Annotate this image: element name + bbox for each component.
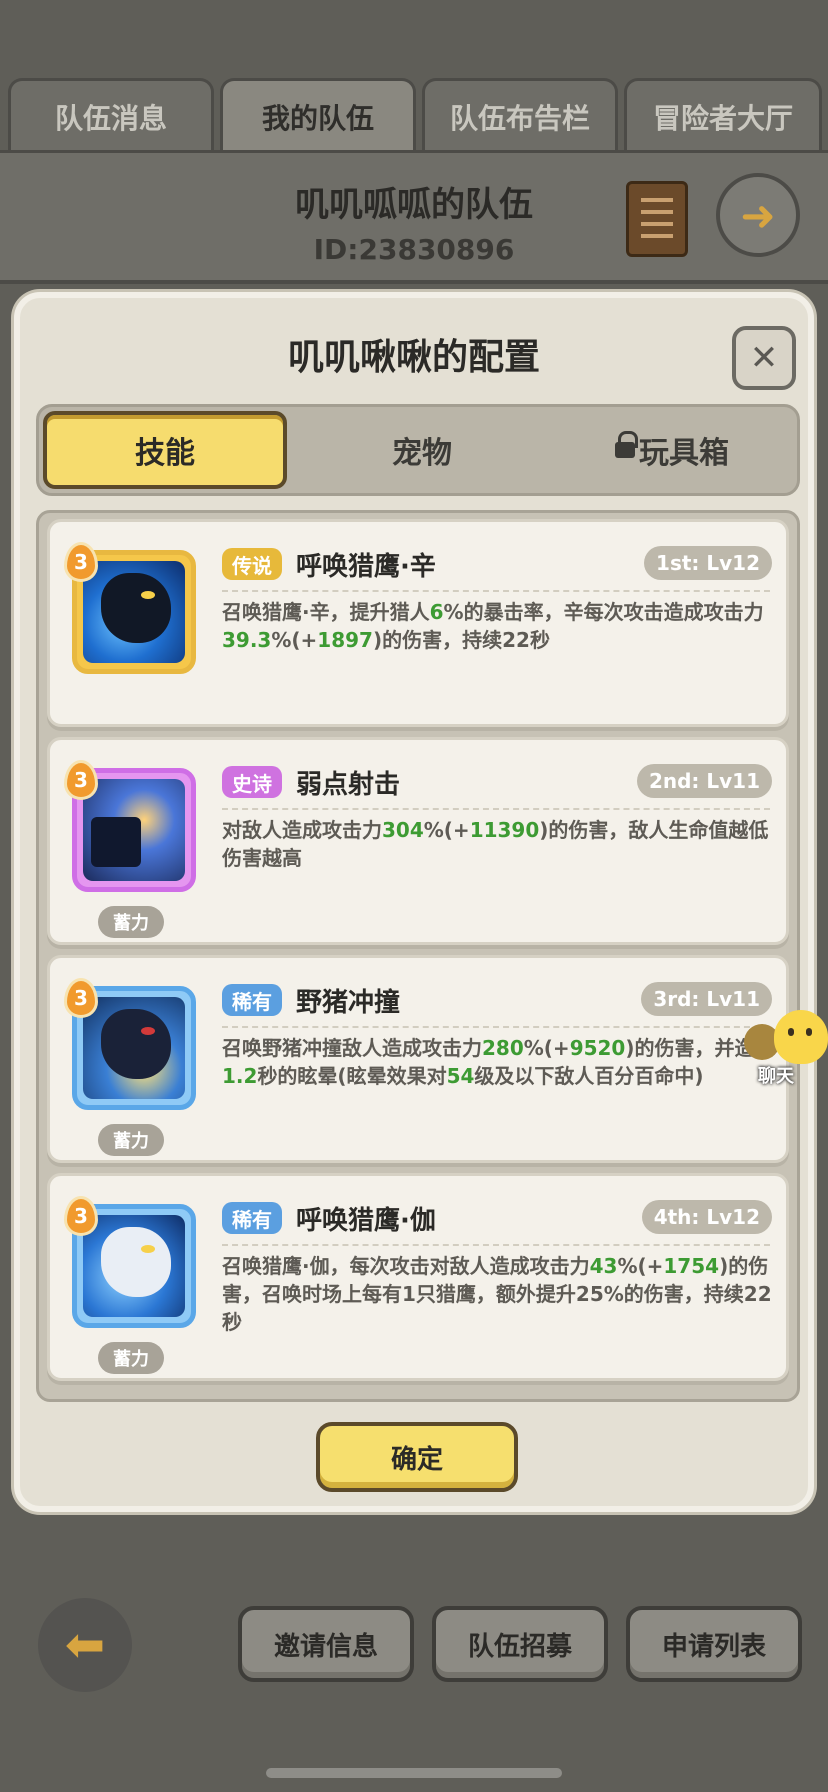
divider bbox=[222, 590, 770, 592]
skill-text: %的暴击率，辛每次攻击造成攻击力 bbox=[443, 600, 764, 624]
tab-toybox[interactable]: 玩具箱 bbox=[547, 407, 797, 493]
boar-icon bbox=[101, 1009, 171, 1079]
scroll-icon[interactable] bbox=[626, 181, 688, 257]
config-modal: 叽叽啾啾的配置 ✕ 技能 宠物 玩具箱 3 传说 呼唤猎鹰·辛 1st: Lv1… bbox=[14, 292, 814, 1512]
skill-text: )的伤害，持续22秒 bbox=[372, 628, 550, 652]
skill-list: 3 传说 呼唤猎鹰·辛 1st: Lv12 召唤猎鹰·辛，提升猎人6%的暴击率，… bbox=[36, 510, 800, 1402]
skill-text: %(+ bbox=[423, 818, 470, 842]
confirm-button[interactable]: 确定 bbox=[316, 1422, 518, 1492]
skill-level-badge: 3 bbox=[64, 1196, 98, 1236]
tab-adventurer-hall[interactable]: 冒险者大厅 bbox=[624, 78, 822, 152]
skill-slot-level: 4th: Lv12 bbox=[641, 1200, 772, 1234]
tab-toybox-label: 玩具箱 bbox=[639, 436, 729, 471]
application-list-button[interactable]: 申请列表 bbox=[626, 1606, 802, 1682]
team-id: ID:23830896 bbox=[313, 233, 515, 266]
invite-info-button[interactable]: 邀请信息 bbox=[238, 1606, 414, 1682]
skill-value: 304 bbox=[382, 818, 424, 842]
skill-value: 1.2 bbox=[222, 1064, 258, 1088]
skill-name: 呼唤猎鹰·辛 bbox=[296, 552, 436, 582]
team-header: 叽叽呱呱的队伍 ID:23830896 ➜ bbox=[0, 150, 828, 284]
skill-level-badge: 3 bbox=[64, 760, 98, 800]
skill-slot-level: 2nd: Lv11 bbox=[636, 764, 772, 798]
skill-value: 43 bbox=[589, 1254, 618, 1278]
chat-label: 聊天 bbox=[758, 1066, 794, 1087]
skill-text: 召唤野猪冲撞敌人造成攻击力 bbox=[222, 1036, 482, 1060]
skill-text: 秒的眩晕(眩晕效果对 bbox=[257, 1064, 447, 1088]
tab-my-team[interactable]: 我的队伍 bbox=[220, 78, 416, 152]
charge-tag: 蓄力 bbox=[98, 1342, 164, 1374]
skill-description: 召唤猎鹰·伽，每次攻击对敌人造成攻击力43%(+1754)的伤害，召唤时场上每有… bbox=[222, 1252, 782, 1336]
skill-description: 对敌人造成攻击力304%(+11390)的伤害，敌人生命值越低伤害越高 bbox=[222, 816, 782, 872]
config-tab-bar: 技能 宠物 玩具箱 bbox=[36, 404, 800, 496]
falcon-icon bbox=[101, 573, 171, 643]
skill-value: 1897 bbox=[317, 628, 373, 652]
top-tab-bar: 队伍消息 我的队伍 队伍布告栏 冒险者大厅 bbox=[0, 78, 828, 152]
skill-card[interactable]: 3 蓄力 史诗 弱点射击 2nd: Lv11 对敌人造成攻击力304%(+113… bbox=[47, 737, 789, 945]
skill-text: %(+ bbox=[271, 628, 318, 652]
weakpoint-shot-icon bbox=[91, 817, 141, 867]
skill-card[interactable]: 3 传说 呼唤猎鹰·辛 1st: Lv12 召唤猎鹰·辛，提升猎人6%的暴击率，… bbox=[47, 519, 789, 727]
lock-icon bbox=[615, 431, 638, 458]
skill-card[interactable]: 3 蓄力 稀有 呼唤猎鹰·伽 4th: Lv12 召唤猎鹰·伽，每次攻击对敌人造… bbox=[47, 1173, 789, 1381]
rarity-badge: 史诗 bbox=[222, 766, 282, 798]
chat-button[interactable]: 聊天 bbox=[744, 1010, 828, 1090]
rarity-badge: 稀有 bbox=[222, 984, 282, 1016]
skill-value: 11390 bbox=[469, 818, 540, 842]
skill-value: 39.3 bbox=[222, 628, 272, 652]
divider bbox=[222, 808, 770, 810]
home-indicator[interactable] bbox=[266, 1768, 562, 1778]
skill-name: 野猪冲撞 bbox=[296, 988, 401, 1018]
skill-level-badge: 3 bbox=[64, 542, 98, 582]
skill-value: 280 bbox=[482, 1036, 524, 1060]
skill-value: 6 bbox=[429, 600, 444, 624]
skill-name: 弱点射击 bbox=[296, 770, 401, 800]
skill-card[interactable]: 3 蓄力 稀有 野猪冲撞 3rd: Lv11 召唤野猪冲撞敌人造成攻击力280%… bbox=[47, 955, 789, 1163]
team-name: 叽叽呱呱的队伍 bbox=[295, 185, 533, 225]
tab-team-bulletin[interactable]: 队伍布告栏 bbox=[422, 78, 618, 152]
skill-name: 呼唤猎鹰·伽 bbox=[296, 1206, 436, 1236]
rarity-badge: 稀有 bbox=[222, 1202, 282, 1234]
skill-description: 召唤猎鹰·辛，提升猎人6%的暴击率，辛每次攻击造成攻击力 39.3%(+1897)… bbox=[222, 598, 782, 654]
white-falcon-icon bbox=[101, 1227, 171, 1297]
charge-tag: 蓄力 bbox=[98, 1124, 164, 1156]
back-arrow-icon[interactable]: ⬅ bbox=[38, 1598, 132, 1692]
modal-title: 叽叽啾啾的配置 bbox=[287, 337, 540, 378]
close-button[interactable]: ✕ bbox=[732, 326, 796, 390]
skill-level-badge: 3 bbox=[64, 978, 98, 1018]
skill-description: 召唤野猪冲撞敌人造成攻击力280%(+9520)的伤害，并造成1.2秒的眩晕(眩… bbox=[222, 1034, 782, 1090]
tab-team-messages[interactable]: 队伍消息 bbox=[8, 78, 214, 152]
skill-text: 召唤猎鹰·伽，每次攻击对敌人造成攻击力 bbox=[222, 1254, 590, 1278]
tab-skills[interactable]: 技能 bbox=[43, 411, 287, 489]
rarity-badge: 传说 bbox=[222, 548, 282, 580]
team-recruit-button[interactable]: 队伍招募 bbox=[432, 1606, 608, 1682]
tab-pets[interactable]: 宠物 bbox=[297, 407, 547, 493]
skill-text: %(+ bbox=[617, 1254, 664, 1278]
divider bbox=[222, 1244, 770, 1246]
skill-value: 9520 bbox=[569, 1036, 626, 1060]
charge-tag: 蓄力 bbox=[98, 906, 164, 938]
chat-face-icon bbox=[774, 1010, 828, 1064]
skill-text: 级及以下敌人百分百命中) bbox=[474, 1064, 704, 1088]
skill-text: 对敌人造成攻击力 bbox=[222, 818, 382, 842]
skill-value: 54 bbox=[446, 1064, 475, 1088]
divider bbox=[222, 1026, 770, 1028]
skill-text: %(+ bbox=[523, 1036, 570, 1060]
skill-slot-level: 1st: Lv12 bbox=[644, 546, 772, 580]
skill-text: 召唤猎鹰·辛，提升猎人 bbox=[222, 600, 430, 624]
exit-team-icon[interactable]: ➜ bbox=[716, 173, 800, 257]
skill-value: 1754 bbox=[663, 1254, 720, 1278]
